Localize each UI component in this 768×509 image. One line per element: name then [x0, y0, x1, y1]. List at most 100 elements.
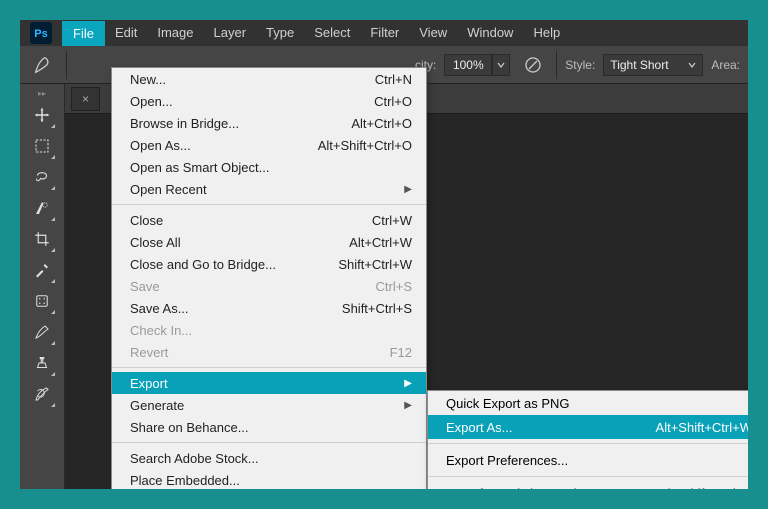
menu-item-label: Export	[130, 376, 168, 391]
file-menu-item-search-adobe-stock[interactable]: Search Adobe Stock...	[112, 447, 426, 469]
app-window: Ps FileEditImageLayerTypeSelectFilterVie…	[20, 20, 748, 489]
file-menu-item-open[interactable]: Open... Ctrl+O	[112, 90, 426, 112]
menu-item-label: Close	[130, 213, 163, 228]
style-value: Tight Short	[610, 58, 668, 72]
move-tool[interactable]	[28, 101, 56, 129]
menu-item-shortcut: Ctrl+S	[376, 279, 412, 294]
opacity-dropdown-button[interactable]	[492, 54, 510, 76]
file-menu-item-share-on-behance[interactable]: Share on Behance...	[112, 416, 426, 438]
menu-item-label: Browse in Bridge...	[130, 116, 239, 131]
menu-item-label: Search Adobe Stock...	[130, 451, 259, 466]
file-menu-item-place-embedded[interactable]: Place Embedded...	[112, 469, 426, 489]
menu-item-shortcut: Alt+Shift+Ctrl+W	[656, 420, 748, 435]
export-submenu: Quick Export as PNG Export As... Alt+Shift…	[427, 390, 748, 489]
opacity-field[interactable]: 100%	[444, 54, 492, 76]
menu-item-shortcut: ▶	[404, 400, 412, 411]
clone-stamp-tool[interactable]	[28, 349, 56, 377]
file-menu-item-generate[interactable]: Generate ▶	[112, 394, 426, 416]
menu-item-label: Place Embedded...	[130, 473, 240, 488]
menu-item-shortcut: Ctrl+N	[375, 72, 412, 87]
menu-item-label: Export Preferences...	[446, 453, 568, 468]
file-menu-item-open-as-smart-object[interactable]: Open as Smart Object...	[112, 156, 426, 178]
menu-item-label: Open Recent	[130, 182, 207, 197]
lasso-tool[interactable]	[28, 163, 56, 191]
menu-type[interactable]: Type	[256, 21, 304, 46]
healing-brush-tool[interactable]	[28, 287, 56, 315]
menu-separator	[112, 442, 426, 443]
menu-item-label: Close All	[130, 235, 181, 250]
menu-separator	[112, 204, 426, 205]
file-menu-item-save: Save Ctrl+S	[112, 275, 426, 297]
file-menu-item-check-in: Check In...	[112, 319, 426, 341]
menu-item-shortcut: Shift+Ctrl+S	[342, 301, 412, 316]
separator	[556, 51, 557, 79]
menu-separator	[428, 476, 748, 477]
menu-select[interactable]: Select	[304, 21, 360, 46]
menu-view[interactable]: View	[409, 21, 457, 46]
menu-item-label: Open As...	[130, 138, 191, 153]
menu-filter[interactable]: Filter	[360, 21, 409, 46]
file-menu-dropdown: New... Ctrl+N Open... Ctrl+O Browse in Bridg…	[111, 67, 427, 489]
menu-window[interactable]: Window	[457, 21, 523, 46]
close-tab-icon[interactable]: ×	[82, 92, 89, 106]
menu-item-label: Save As...	[130, 301, 189, 316]
tablet-pressure-opacity-icon[interactable]	[518, 51, 548, 79]
menu-layer[interactable]: Layer	[204, 21, 257, 46]
separator	[66, 51, 67, 79]
file-menu-item-save-as[interactable]: Save As... Shift+Ctrl+S	[112, 297, 426, 319]
rectangular-marquee-tool[interactable]	[28, 132, 56, 160]
export-submenu-item-export-preferences[interactable]: Export Preferences...	[428, 448, 748, 472]
file-menu-item-close[interactable]: Close Ctrl+W	[112, 209, 426, 231]
menu-item-label: Generate	[130, 398, 184, 413]
brush-tool[interactable]	[28, 318, 56, 346]
current-tool-icon[interactable]	[28, 51, 58, 79]
svg-text:Ps: Ps	[34, 28, 47, 40]
menu-item-shortcut: Ctrl+O	[374, 94, 412, 109]
menu-item-label: Open...	[130, 94, 173, 109]
file-menu-item-open-recent[interactable]: Open Recent ▶	[112, 178, 426, 200]
menu-edit[interactable]: Edit	[105, 21, 147, 46]
menu-file[interactable]: File	[62, 21, 105, 46]
crop-tool[interactable]	[28, 225, 56, 253]
menubar: Ps FileEditImageLayerTypeSelectFilterVie…	[20, 20, 748, 46]
style-label: Style:	[565, 58, 595, 72]
file-menu-item-close-and-go-to-bridge[interactable]: Close and Go to Bridge... Shift+Ctrl+W	[112, 253, 426, 275]
menu-separator	[428, 443, 748, 444]
history-brush-tool[interactable]	[28, 380, 56, 408]
file-menu-item-export[interactable]: Export▶	[112, 372, 426, 394]
style-select[interactable]: Tight Short	[603, 54, 703, 76]
menu-item-shortcut: Shift+Ctrl+W	[338, 257, 412, 272]
export-submenu-item-quick-export-as-png[interactable]: Quick Export as PNG	[428, 391, 748, 415]
export-submenu-item-export-as[interactable]: Export As... Alt+Shift+Ctrl+W	[428, 415, 748, 439]
file-menu-item-revert: RevertF12	[112, 341, 426, 363]
document-tab[interactable]: ×	[71, 87, 100, 111]
eyedropper-tool[interactable]	[28, 256, 56, 284]
menu-item-label: Open as Smart Object...	[130, 160, 269, 175]
tools-panel: ▸▸	[20, 84, 65, 489]
menu-separator	[112, 367, 426, 368]
export-submenu-item-save-for-web-legacy[interactable]: Save for Web (Legacy)... Alt+Shift+Ctrl+S	[428, 481, 748, 489]
menu-item-label: New...	[130, 72, 166, 87]
chevron-down-icon	[688, 61, 696, 69]
menu-item-label: Quick Export as PNG	[446, 396, 570, 411]
area-label: Area:	[711, 58, 740, 72]
menu-item-label: Save for Web (Legacy)...	[446, 486, 590, 490]
file-menu-item-browse-in-bridge[interactable]: Browse in Bridge...Alt+Ctrl+O	[112, 112, 426, 134]
menu-item-shortcut: F12	[390, 345, 412, 360]
panel-expand-handle[interactable]: ▸▸	[27, 88, 57, 98]
menu-item-shortcut: Alt+Ctrl+W	[349, 235, 412, 250]
menu-item-label: Close and Go to Bridge...	[130, 257, 276, 272]
file-menu-item-new[interactable]: New... Ctrl+N	[112, 68, 426, 90]
photoshop-logo-icon: Ps	[30, 22, 52, 44]
menu-item-shortcut: Alt+Shift+Ctrl+S	[659, 486, 748, 490]
menu-item-shortcut: ▶	[404, 184, 412, 195]
menu-item-label: Save	[130, 279, 160, 294]
menu-image[interactable]: Image	[147, 21, 203, 46]
menu-item-shortcut: Ctrl+W	[372, 213, 412, 228]
menu-item-shortcut: Alt+Shift+Ctrl+O	[318, 138, 412, 153]
quick-selection-tool[interactable]	[28, 194, 56, 222]
menu-item-label: Export As...	[446, 420, 512, 435]
file-menu-item-close-all[interactable]: Close All Alt+Ctrl+W	[112, 231, 426, 253]
menu-help[interactable]: Help	[523, 21, 570, 46]
file-menu-item-open-as[interactable]: Open As... Alt+Shift+Ctrl+O	[112, 134, 426, 156]
